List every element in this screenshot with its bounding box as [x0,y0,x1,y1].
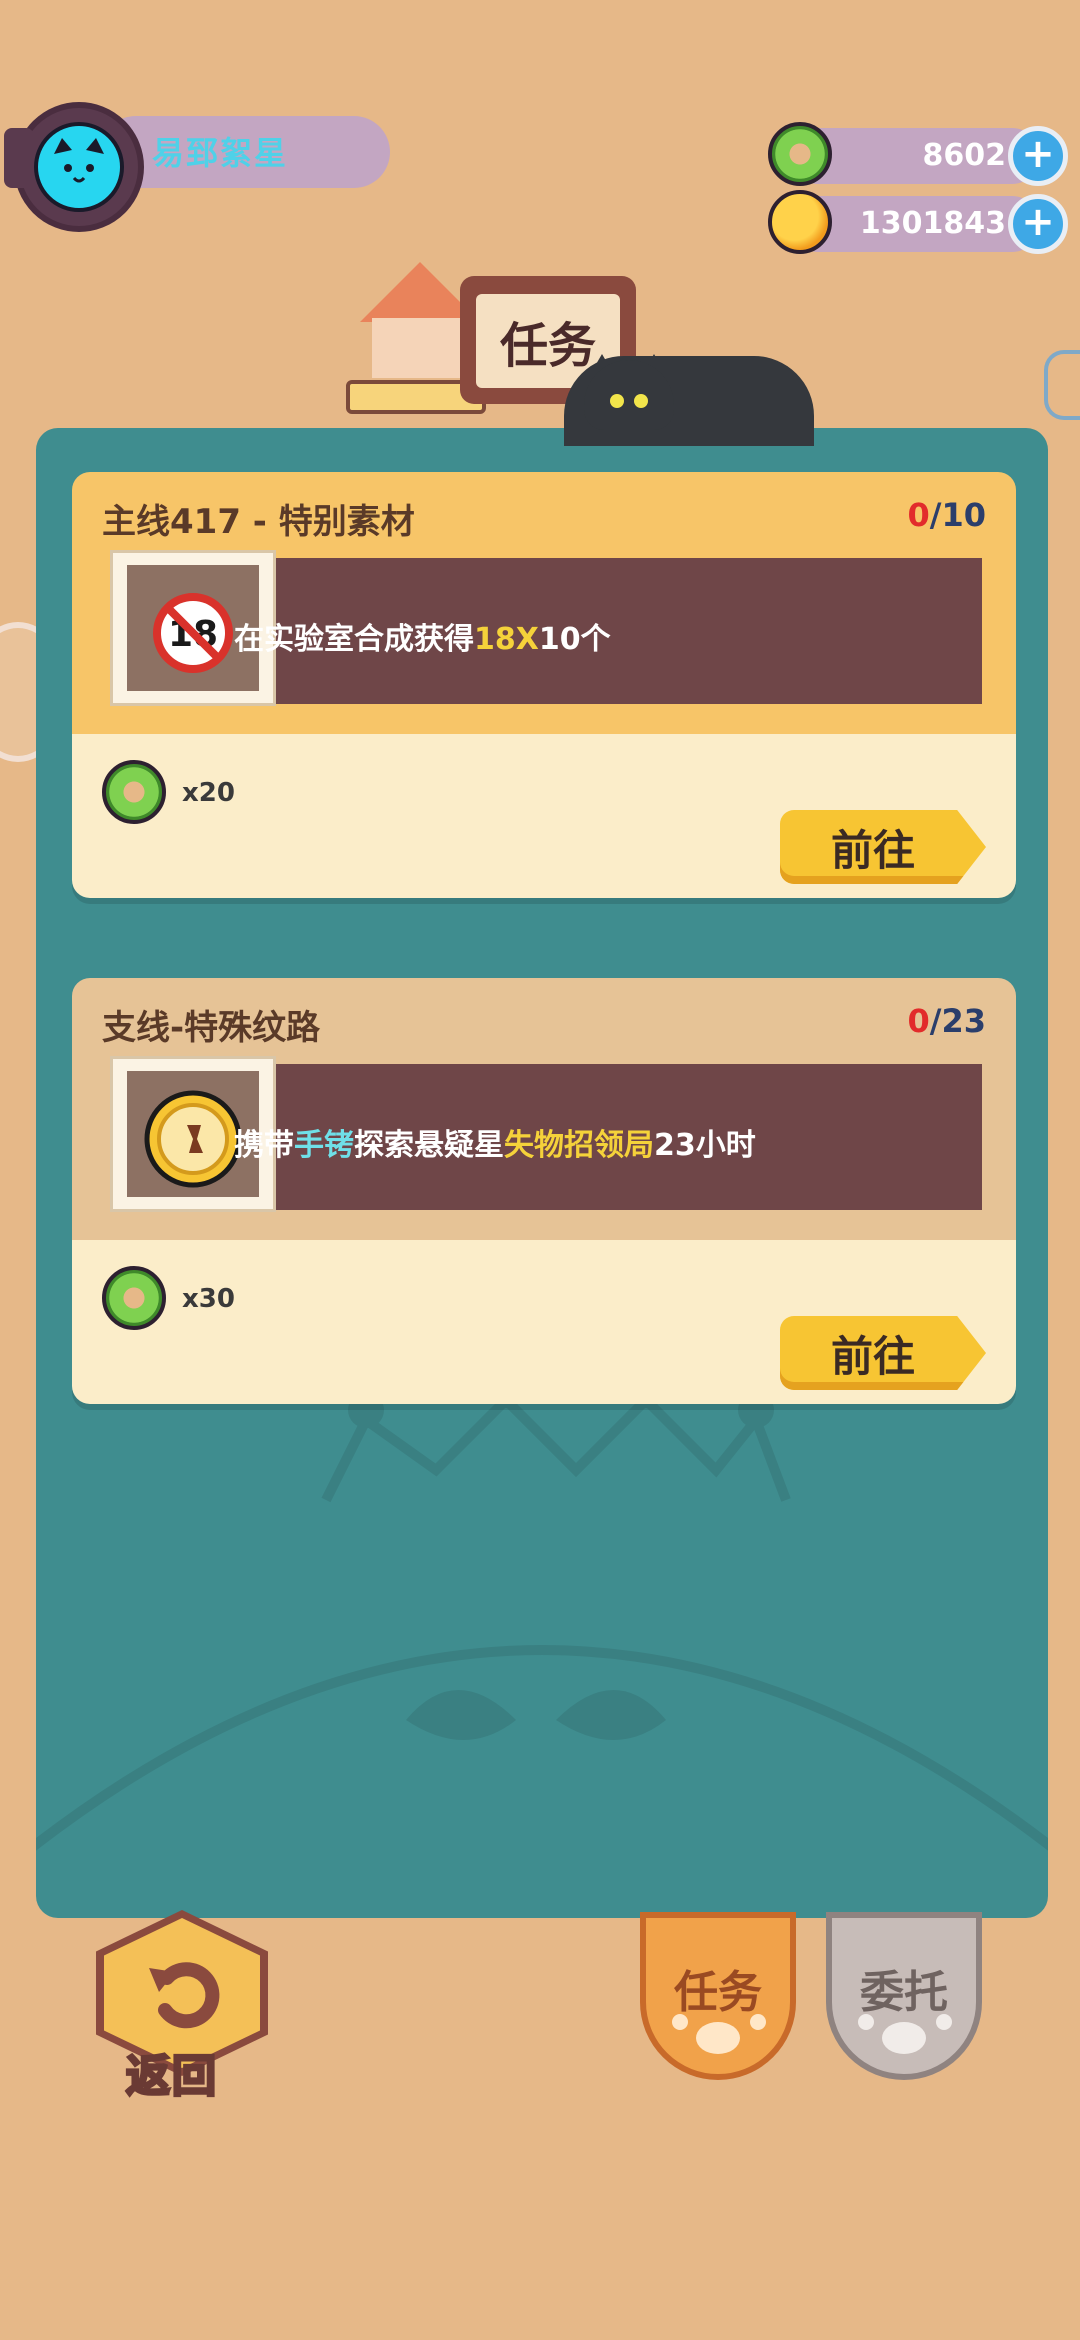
task-card-footer: x30 前往 [72,1240,1016,1404]
desc-highlight-item: 手铐 [294,1128,354,1163]
progress-current: 0 [907,1002,930,1040]
task-description: 在实验室合成获得18X10个 [234,614,611,658]
go-button[interactable]: 前往 [780,810,986,884]
progress-current: 0 [907,496,930,534]
paw-toe-icon [750,2014,766,2030]
plus-icon: + [1021,199,1055,245]
desc-text: 在实验室合成获得 [234,622,474,657]
desc-text: 10个 [538,622,611,657]
paw-toe-icon [936,2014,952,2030]
player-name: 易郅絮星 [152,134,289,172]
avatar[interactable] [34,122,124,212]
donut-count: 8602 [922,138,1007,173]
tab-tasks[interactable]: 任务 [640,1912,796,2080]
no-18-sign-icon: 18 [153,593,233,673]
task-progress: 0/10 [908,496,986,534]
go-button-label: 前往 [830,825,915,875]
task-card-footer: x20 前往 [72,734,1016,898]
go-button[interactable]: 前往 [780,1316,986,1390]
task-card-header: 支线-特殊纹路 0/23 携带手铐探索悬疑星失物招领局23小时 [72,978,1016,1240]
tab-commissions-label: 委托 [860,1967,948,2018]
task-card-main: 主线417 - 特别素材 0/10 18 在实验室合成获得18X10个 x20 … [72,472,1016,898]
desc-text: 23小时 [654,1128,756,1163]
house-decor [372,318,468,378]
reward-count: x20 [182,778,235,808]
task-progress: 0/23 [908,1002,986,1040]
add-coin-button[interactable]: + [1008,194,1068,254]
cat-eye-decor [634,394,648,408]
task-card-side: 支线-特殊纹路 0/23 携带手铐探索悬疑星失物招领局23小时 x30 前往 [72,978,1016,1404]
add-donut-button[interactable]: + [1008,126,1068,186]
side-clip-icon[interactable] [1044,350,1080,420]
plus-icon: + [1021,131,1055,177]
reward-count: x30 [182,1284,235,1314]
paw-pad-icon [882,2022,926,2054]
tab-tasks-label: 任务 [674,1967,762,2018]
desc-highlight-item: 18X [474,622,539,657]
handcuff-coin-icon [144,1090,242,1188]
paw-toe-icon [858,2014,874,2030]
desc-text: 探索悬疑星 [354,1128,504,1163]
task-card-header: 主线417 - 特别素材 0/10 18 在实验室合成获得18X10个 [72,472,1016,734]
donut-icon [102,1266,166,1330]
coin-count: 1301843 [859,206,1006,241]
task-description: 携带手铐探索悬疑星失物招领局23小时 [234,1120,756,1164]
page-title: 任务 [499,318,596,374]
cat-face-icon [54,138,104,183]
task-title: 主线417 - 特别素材 [102,502,415,542]
tab-commissions[interactable]: 委托 [826,1912,982,2080]
go-button-label: 前往 [830,1331,915,1381]
donut-icon [102,760,166,824]
progress-total: /10 [929,496,986,534]
progress-total: /23 [929,1002,986,1040]
paw-toe-icon [672,2014,688,2030]
paw-pad-icon [696,2022,740,2054]
cat-eye-decor [610,394,624,408]
return-arrow-icon [149,1962,220,2029]
back-label: 返回 [125,2050,218,2104]
desc-highlight-location: 失物招领局 [504,1128,654,1163]
desc-text: 携带 [234,1128,294,1163]
task-title: 支线-特殊纹路 [102,1008,321,1048]
